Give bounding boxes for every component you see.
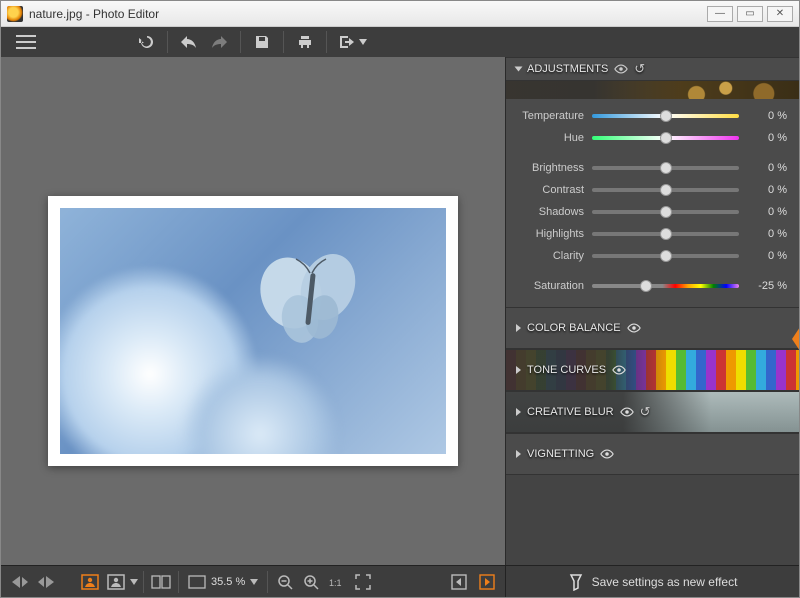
section-label: VIGNETTING [527,448,594,460]
canvas-area[interactable] [1,57,505,565]
section-adjustments[interactable]: ADJUSTMENTS ↺ [506,57,799,81]
section-label: ADJUSTMENTS [527,63,608,75]
flask-icon [568,573,584,591]
revert-button[interactable] [447,569,473,595]
fullscreen-button[interactable] [350,569,376,595]
section-label: COLOR BALANCE [527,322,621,334]
next-image-button[interactable] [33,569,59,595]
fit-screen-button[interactable] [187,569,207,595]
chevron-right-icon [516,450,521,458]
reset-icon[interactable]: ↺ [640,404,651,420]
slider-hue[interactable]: Hue 0 % [506,127,799,149]
chevron-down-icon [515,67,523,72]
slider-clarity[interactable]: Clarity 0 % [506,245,799,267]
section-label: CREATIVE BLUR [527,406,614,418]
chevron-right-icon [516,366,521,374]
eye-icon[interactable] [600,447,614,461]
side-panel: ADJUSTMENTS ↺ Temperature 0 % Hue 0 % [505,57,799,565]
export-dropdown[interactable] [357,27,369,57]
undo-all-button[interactable] [131,27,161,57]
bottom-bar: 35.5 % 1:1 Save settings as new effect [1,565,799,597]
chevron-right-icon [516,324,521,332]
section-creative-blur[interactable]: CREATIVE BLUR ↺ [506,391,799,433]
window-title: nature.jpg - Photo Editor [29,7,707,21]
slider-shadows[interactable]: Shadows 0 % [506,201,799,223]
zoom-in-button[interactable] [298,569,324,595]
eye-icon[interactable] [620,405,634,419]
svg-text:1:1: 1:1 [329,578,342,588]
save-effect-button[interactable]: Save settings as new effect [505,566,799,597]
chevron-right-icon [516,408,521,416]
zoom-out-button[interactable] [272,569,298,595]
adjustments-controls: Temperature 0 % Hue 0 % Brightness 0 % [506,99,799,307]
save-effect-label: Save settings as new effect [592,575,738,589]
minimize-button[interactable]: — [707,6,733,22]
prev-image-button[interactable] [7,569,33,595]
slider-temperature[interactable]: Temperature 0 % [506,105,799,127]
browse-mode-button[interactable] [77,569,103,595]
browse-dropdown-arrow[interactable] [129,569,139,595]
compare-button[interactable] [148,569,174,595]
browse-dropdown[interactable] [103,569,129,595]
print-button[interactable] [290,27,320,57]
section-vignetting[interactable]: VIGNETTING [506,433,799,475]
eye-icon[interactable] [627,321,641,335]
close-button[interactable]: ✕ [767,6,793,22]
image-preview [48,196,458,466]
menu-button[interactable] [11,27,41,57]
titlebar: nature.jpg - Photo Editor — ▭ ✕ [1,1,799,27]
maximize-button[interactable]: ▭ [737,6,763,22]
reset-icon[interactable]: ↺ [634,61,645,77]
section-adjustments-banner [506,81,799,99]
undo-button[interactable] [174,27,204,57]
section-color-balance[interactable]: COLOR BALANCE [506,307,799,349]
slider-brightness[interactable]: Brightness 0 % [506,157,799,179]
eye-icon[interactable] [612,363,626,377]
apply-button[interactable] [473,569,499,595]
slider-contrast[interactable]: Contrast 0 % [506,179,799,201]
section-tone-curves[interactable]: TONE CURVES [506,349,799,391]
save-button[interactable] [247,27,277,57]
zoom-actual-button[interactable]: 1:1 [324,569,350,595]
app-logo-icon [7,6,23,22]
main-toolbar [1,27,799,57]
slider-highlights[interactable]: Highlights 0 % [506,223,799,245]
section-label: TONE CURVES [527,364,606,376]
zoom-dropdown[interactable] [249,569,259,595]
zoom-value: 35.5 % [211,576,245,588]
slider-saturation[interactable]: Saturation -25 % [506,275,799,297]
redo-button[interactable] [204,27,234,57]
butterfly-illustration [256,253,366,343]
eye-icon[interactable] [614,62,628,76]
